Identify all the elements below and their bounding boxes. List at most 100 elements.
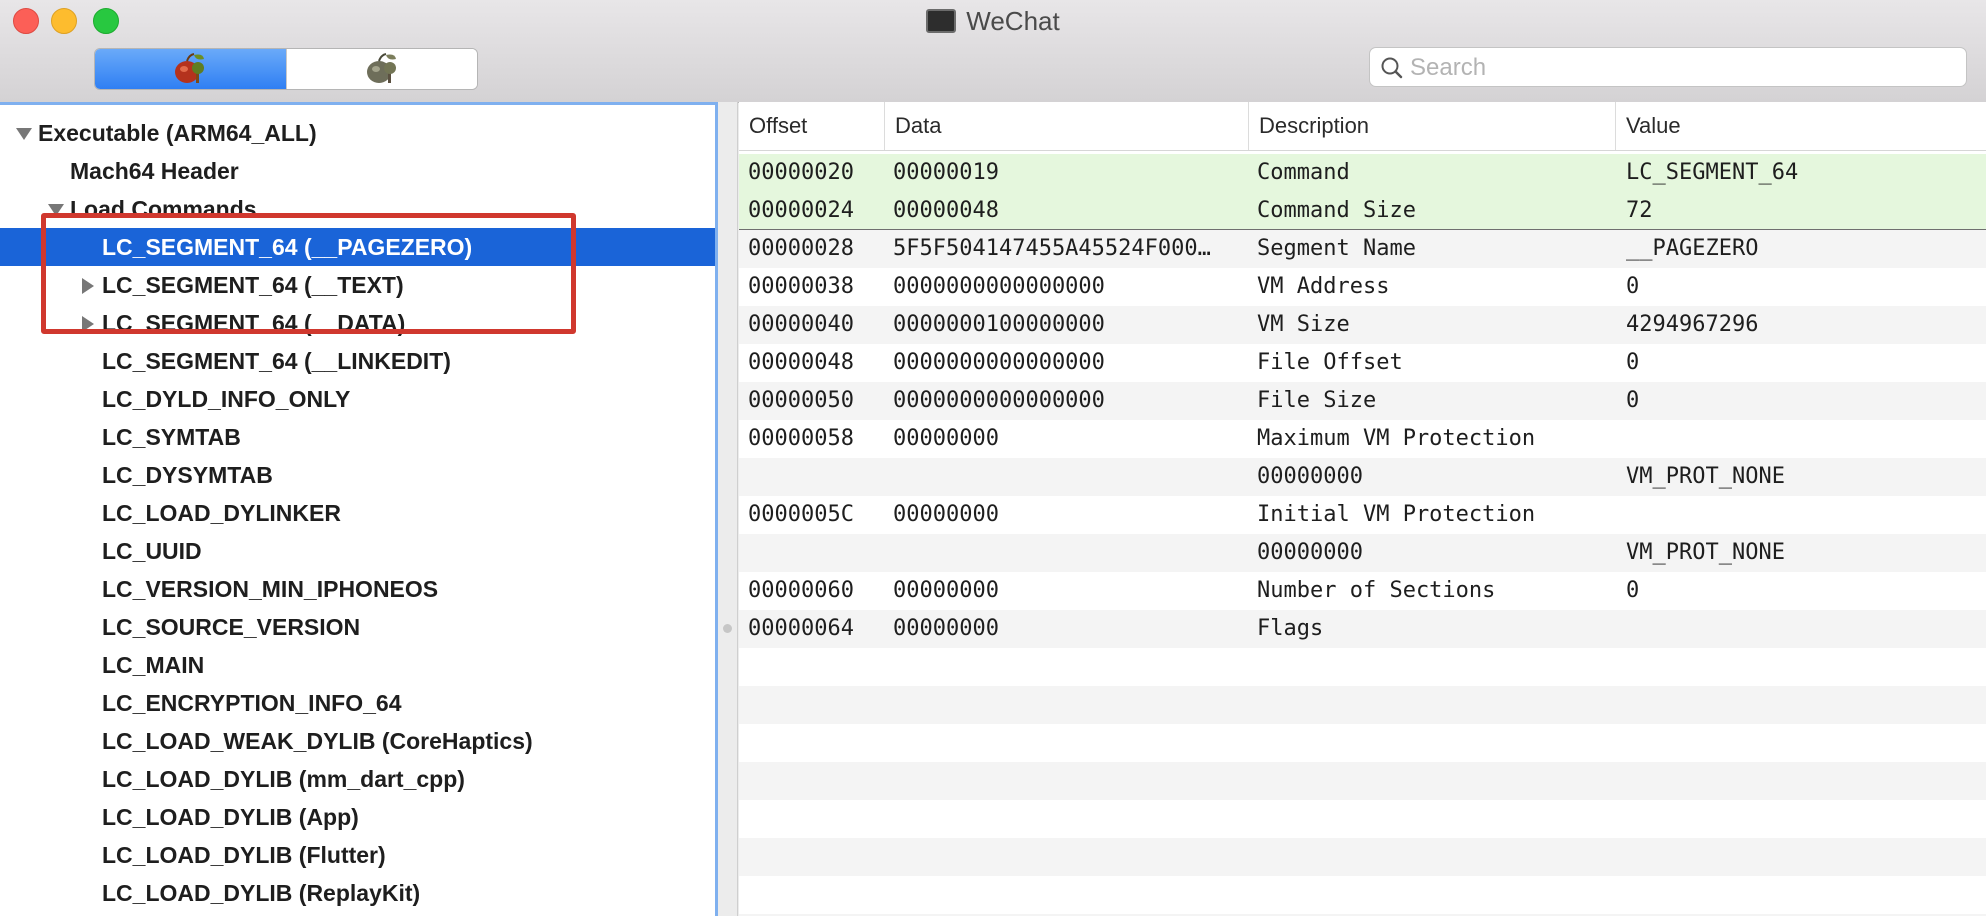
outline-item-label: LC_MAIN [102,652,205,678]
cell-data: 00000019 [893,160,999,185]
window-title: WeChat [966,6,1060,36]
view-mode-segmented-control [94,48,478,90]
outline-item[interactable]: LC_LOAD_DYLIB (MetalPerformanceShaders) [0,912,715,916]
table-row[interactable]: 00000058 00000000 Maximum VM Protection [739,420,1986,458]
cell-offset: 00000064 [748,616,854,641]
cell-description: Initial VM Protection [1257,502,1536,527]
outline-item-label: LC_LOAD_DYLIB (mm_dart_cpp) [102,766,465,792]
outline-item[interactable]: LC_LOAD_DYLIB (Flutter) [0,836,715,874]
outline-item-label: LC_LOAD_DYLIB (App) [102,804,359,830]
split-view-divider[interactable] [718,102,738,916]
outline-item[interactable]: LC_VERSION_MIN_IPHONEOS [0,570,715,608]
disclosure-triangle-expanded-icon[interactable] [14,114,34,152]
terminal-app-icon [926,9,957,33]
cell-value: VM_PROT_NONE [1626,540,1785,565]
segment-rawdata-view[interactable] [95,49,286,89]
outline-item-label: LC_ENCRYPTION_INFO_64 [102,690,402,716]
search-icon [1381,57,1403,79]
cell-offset: 00000038 [748,274,854,299]
cell-description: VM Size [1257,312,1350,337]
cell-offset: 00000058 [748,426,854,451]
table-row[interactable]: 00000028 5F5F504147455A45524F000… Segment … [739,230,1986,268]
outline-item-label: LC_SYMTAB [102,424,241,450]
cell-value: 0 [1626,578,1640,603]
outline-item[interactable]: LC_LOAD_DYLIB (App) [0,798,715,836]
cell-offset: 0000005C [748,502,854,527]
table-row[interactable]: 00000050 0000000000000000 File Size 0 [739,382,1986,420]
cell-value: 0 [1626,388,1640,413]
divider-handle[interactable] [723,624,732,633]
outline-item-label: LC_DYSYMTAB [102,462,273,488]
outline-item[interactable]: LC_LOAD_DYLIB (ReplayKit) [0,874,715,912]
cell-description: Maximum VM Protection [1257,426,1536,451]
cell-offset: 00000060 [748,578,854,603]
cell-value: __PAGEZERO [1626,236,1759,261]
empty-table-row [739,876,1986,914]
outline-item[interactable]: LC_DYLD_INFO_ONLY [0,380,715,418]
outline-item[interactable]: LC_LOAD_DYLINKER [0,494,715,532]
empty-table-row [739,838,1986,876]
apple-tree-gray-icon [367,53,396,83]
outline-item[interactable]: LC_DYSYMTAB [0,456,715,494]
outline-item[interactable]: LC_SYMTAB [0,418,715,456]
table-row[interactable]: 0000005C 00000000 Initial VM Protection [739,496,1986,534]
cell-offset: 00000024 [748,198,854,223]
table-row[interactable]: 00000000 VM_PROT_NONE [739,458,1986,496]
cell-value: 4294967296 [1626,312,1759,337]
table-row[interactable]: 00000064 00000000 Flags [739,610,1986,648]
apple-tree-color-icon [175,53,204,83]
cell-data: 00000000 [893,616,999,641]
outline-item[interactable]: LC_ENCRYPTION_INFO_64 [0,684,715,722]
outline-item[interactable]: LC_SOURCE_VERSION [0,608,715,646]
table-row[interactable]: 00000000 VM_PROT_NONE [739,534,1986,572]
cell-description: Segment Name [1257,236,1416,261]
cell-description: Flags [1257,616,1324,641]
red-annotation-box [41,213,576,334]
load-commands-outline[interactable]: Executable (ARM64_ALL) Mach64 Header Load … [0,102,718,916]
cell-description: Command [1257,160,1350,185]
column-header-description[interactable]: Description [1249,102,1616,150]
outline-item[interactable]: Executable (ARM64_ALL) [0,114,715,152]
table-row[interactable]: 00000048 0000000000000000 File Offset 0 [739,344,1986,382]
table-row[interactable]: 00000020 00000019 Command LC_SEGMENT_64 [739,154,1986,192]
cell-data: 00000000 [893,426,999,451]
cell-data: 0000000000000000 [893,274,1105,299]
cell-description: File Offset [1257,350,1403,375]
focus-ring [0,102,715,105]
segment-rva-view[interactable] [286,49,477,89]
empty-table-row [739,762,1986,800]
outline-item[interactable]: Mach64 Header [0,152,715,190]
table-row[interactable]: 00000040 0000000100000000 VM Size 429496729… [739,306,1986,344]
outline-item-label: LC_VERSION_MIN_IPHONEOS [102,576,439,602]
table-row[interactable]: 00000038 0000000000000000 VM Address 0 [739,268,1986,306]
outline-item-label: LC_SOURCE_VERSION [102,614,361,640]
outline-item-label: LC_DYLD_INFO_ONLY [102,386,351,412]
table-body: 00000020 00000019 Command LC_SEGMENT_64 0000… [739,151,1986,916]
outline-item[interactable]: LC_LOAD_WEAK_DYLIB (CoreHaptics) [0,722,715,760]
cell-data: 0000000100000000 [893,312,1105,337]
cell-offset: 00000048 [748,350,854,375]
outline-item[interactable]: LC_UUID [0,532,715,570]
table-row[interactable]: 00000060 00000000 Number of Sections 0 [739,572,1986,610]
outline-item[interactable]: LC_SEGMENT_64 (__LINKEDIT) [0,342,715,380]
empty-table-row [739,648,1986,686]
empty-table-row [739,800,1986,838]
outline-item-label: LC_LOAD_DYLIB (Flutter) [102,842,386,868]
empty-table-row [739,686,1986,724]
column-header-data[interactable]: Data [885,102,1249,150]
title-bar: WeChat [0,0,1986,103]
cell-description: Command Size [1257,198,1416,223]
outline-item[interactable]: LC_MAIN [0,646,715,684]
search-field[interactable] [1369,47,1967,87]
search-input[interactable] [1408,50,1952,86]
cell-data: 5F5F504147455A45524F000… [893,236,1211,261]
table-row[interactable]: 00000024 00000048 Command Size 72 [739,192,1986,230]
cell-description: 00000000 [1257,540,1363,565]
outline-item[interactable]: LC_LOAD_DYLIB (mm_dart_cpp) [0,760,715,798]
cell-data: 00000000 [893,578,999,603]
column-header-value[interactable]: Value [1616,102,1986,150]
cell-value: 0 [1626,350,1640,375]
column-header-offset[interactable]: Offset [739,102,885,150]
cell-description: 00000000 [1257,464,1363,489]
cell-offset: 00000040 [748,312,854,337]
